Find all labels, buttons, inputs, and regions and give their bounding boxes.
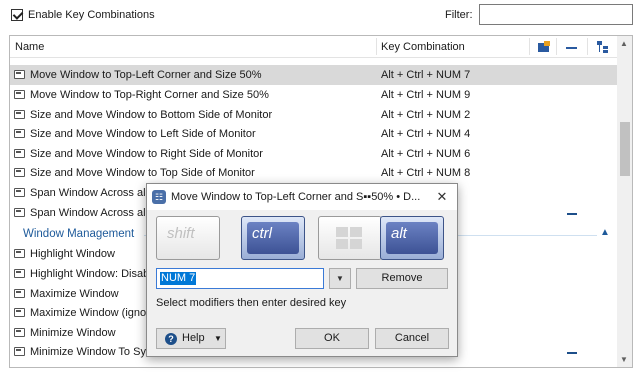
table-row[interactable]: Size and Move Window to Top Side of Moni… [10,163,617,183]
filter-input[interactable] [479,4,633,25]
ok-button[interactable]: OK [295,328,369,349]
app-icon: ☷ [152,190,166,204]
list-header: Name Key Combination [10,36,617,58]
scroll-down-icon[interactable]: ▼ [620,355,628,364]
table-row[interactable]: Move Window to Top-Right Corner and Size… [10,85,617,105]
minimize-column-icon[interactable] [566,41,578,53]
window-icon [14,149,25,158]
column-header-name[interactable]: Name [15,41,44,53]
cancel-button[interactable]: Cancel [375,328,449,349]
window-icon [14,208,25,217]
window-settings-icon[interactable] [538,41,550,53]
dialog-title: Move Window to Top-Left Corner and S▪▪50… [171,191,421,203]
tree-view-icon[interactable] [597,41,609,53]
windows-logo-icon [336,227,364,251]
toolbar: Enable Key Combinations Filter: [0,0,640,34]
maximize-icon [14,289,25,298]
window-icon [14,70,25,79]
scrollbar-thumb[interactable] [620,122,630,176]
alt-modifier-toggle[interactable]: alt [380,216,444,260]
table-row[interactable]: Size and Move Window to Bottom Side of M… [10,105,617,125]
window-icon [14,90,25,99]
shift-modifier-toggle[interactable]: shift [156,216,220,260]
key-dropdown-button[interactable]: ▼ [329,268,351,289]
column-header-key-combination[interactable]: Key Combination [381,41,465,53]
window-icon [14,110,25,119]
enable-key-combinations-checkbox[interactable] [11,9,23,21]
table-row[interactable]: Size and Move Window to Left Side of Mon… [10,124,617,144]
window-icon [14,168,25,177]
close-icon[interactable]: ✕ [431,187,453,207]
hint-text: Select modifiers then enter desired key [156,297,347,309]
help-button[interactable]: ? Help ▼ [156,328,226,349]
minimize-marker-icon [567,352,577,354]
table-row[interactable]: Move Window to Top-Left Corner and Size … [10,65,617,85]
maximize-icon [14,308,25,317]
ctrl-modifier-toggle[interactable]: ctrl [241,216,305,260]
minimize-marker-icon [567,213,577,215]
minimize-icon [14,328,25,337]
window-icon [14,129,25,138]
highlight-icon [14,249,25,258]
filter-label: Filter: [445,9,473,21]
table-row[interactable]: Size and Move Window to Right Side of Mo… [10,144,617,164]
windows-modifier-toggle[interactable] [318,216,382,260]
remove-button[interactable]: Remove [356,268,448,289]
vertical-scrollbar[interactable]: ▲ ▼ [617,36,632,367]
scroll-up-icon[interactable]: ▲ [620,39,628,48]
collapse-caret-icon[interactable]: ▲ [600,227,610,238]
help-icon: ? [165,333,177,345]
chevron-down-icon: ▼ [214,334,222,343]
enable-key-combinations-label: Enable Key Combinations [28,9,155,21]
minimize-to-tray-icon [14,347,25,356]
edit-key-combination-dialog: ☷ Move Window to Top-Left Corner and S▪▪… [146,183,458,357]
window-icon [14,188,25,197]
key-input[interactable]: NUM 7 [156,268,324,289]
dialog-titlebar: ☷ Move Window to Top-Left Corner and S▪▪… [147,184,457,210]
highlight-disable-icon [14,269,25,278]
